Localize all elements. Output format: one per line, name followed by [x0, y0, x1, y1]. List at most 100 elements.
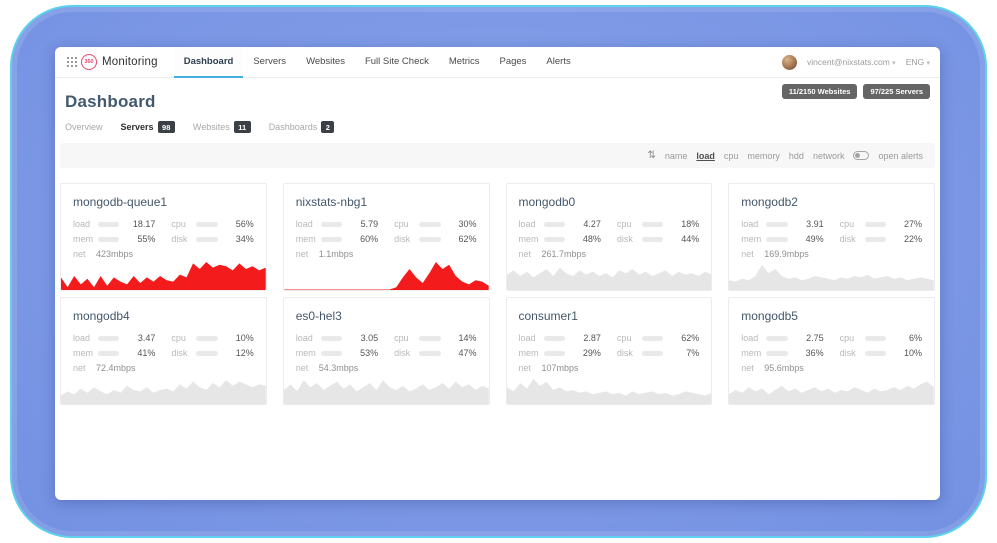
- sort-option-network[interactable]: network: [813, 151, 845, 161]
- tab-websites[interactable]: Websites11: [193, 121, 251, 133]
- load-stat: load18.17: [73, 219, 155, 229]
- nav-item-servers[interactable]: Servers: [243, 47, 296, 78]
- open-alerts-label[interactable]: open alerts: [878, 151, 923, 161]
- server-card-es0-hel3[interactable]: es0-hel3load3.05cpu14%mem53%disk47%net54…: [283, 297, 490, 405]
- load-bar: [98, 336, 119, 341]
- load-stat: load4.27: [519, 219, 601, 229]
- sparkline-chart: [729, 260, 934, 290]
- server-name: mongodb4: [61, 298, 266, 323]
- nav-item-dashboard[interactable]: Dashboard: [174, 47, 244, 78]
- server-stats: load3.47cpu10%mem41%disk12%net72.4mbps: [61, 323, 266, 373]
- disk-label: disk: [394, 348, 417, 358]
- nav-item-pages[interactable]: Pages: [489, 47, 536, 78]
- cpu-label: cpu: [171, 333, 194, 343]
- load-label: load: [296, 333, 319, 343]
- net-value: 107mbps: [542, 363, 579, 373]
- logo-360-icon: 360: [81, 54, 97, 70]
- net-value: 54.3mbps: [319, 363, 359, 373]
- disk-bar: [196, 351, 217, 356]
- disk-stat: disk22%: [840, 234, 922, 244]
- load-bar: [766, 222, 787, 227]
- server-card-consumer1[interactable]: consumer1load2.87cpu62%mem29%disk7%net10…: [506, 297, 713, 405]
- sort-option-load[interactable]: load: [696, 151, 715, 161]
- disk-bar: [865, 237, 886, 242]
- sort-bar: ⇅ name loadcpu memory hdd network open alert…: [60, 143, 935, 168]
- chevron-down-icon: ▾: [892, 60, 896, 67]
- load-bar: [321, 336, 342, 341]
- cpu-label: cpu: [394, 333, 417, 343]
- toggle-knob-icon: [855, 153, 860, 158]
- nav-item-websites[interactable]: Websites: [296, 47, 355, 78]
- cpu-label: cpu: [394, 219, 417, 229]
- cpu-value: 10%: [224, 333, 254, 343]
- server-stats: load2.87cpu62%mem29%disk7%net107mbps: [507, 323, 712, 373]
- user-menu[interactable]: vincent@nixstats.com ▾: [807, 57, 896, 67]
- server-card-mongodb5[interactable]: mongodb5load2.75cpu6%mem36%disk10%net95.…: [728, 297, 935, 405]
- mem-bar: [766, 351, 787, 356]
- cpu-label: cpu: [840, 333, 863, 343]
- avatar[interactable]: [782, 55, 797, 70]
- mem-label: mem: [519, 348, 542, 358]
- tab-overview[interactable]: Overview: [65, 122, 103, 132]
- open-alerts-toggle[interactable]: [853, 151, 869, 160]
- server-card-mongodb-queue1[interactable]: mongodb-queue1load18.17cpu56%mem55%disk3…: [60, 183, 267, 291]
- logo[interactable]: 360 Monitoring: [81, 54, 158, 70]
- disk-label: disk: [171, 348, 194, 358]
- disk-stat: disk47%: [394, 348, 476, 358]
- nav-item-alerts[interactable]: Alerts: [536, 47, 580, 78]
- load-value: 18.17: [125, 219, 155, 229]
- net-stat: net423mbps: [73, 249, 155, 259]
- dashboard-tabs: Overview Servers98 Websites11 Dashboards2: [60, 121, 935, 133]
- tab-servers[interactable]: Servers98: [121, 121, 175, 133]
- net-value: 72.4mbps: [96, 363, 136, 373]
- mem-label: mem: [741, 348, 764, 358]
- user-email-label: vincent@nixstats.com: [807, 57, 890, 67]
- language-label: ENG: [906, 57, 924, 67]
- mem-stat: mem 36%: [741, 348, 823, 358]
- load-label: load: [519, 219, 542, 229]
- disk-label: disk: [617, 234, 640, 244]
- app-grid-icon[interactable]: [67, 57, 69, 59]
- server-card-nixstats-nbg1[interactable]: nixstats-nbg1load5.79cpu30%mem60%disk62%…: [283, 183, 490, 291]
- net-stat: net261.7mbps: [519, 249, 601, 259]
- cpu-value: 30%: [447, 219, 477, 229]
- cpu-bar: [196, 222, 217, 227]
- disk-label: disk: [840, 234, 863, 244]
- tab-label: Overview: [65, 122, 103, 132]
- disk-value: 7%: [669, 348, 699, 358]
- sort-icon: ⇅: [647, 150, 655, 161]
- net-label: net: [73, 363, 96, 373]
- sort-option-hdd[interactable]: hdd: [789, 151, 804, 161]
- mem-value: 36%: [794, 348, 824, 358]
- cpu-stat: cpu27%: [840, 219, 922, 229]
- cpu-stat: cpu 14%: [394, 333, 476, 343]
- net-label: net: [73, 249, 96, 259]
- sort-option-name[interactable]: name: [665, 151, 688, 161]
- net-stat: net169.9mbps: [741, 249, 823, 259]
- tab-dashboards[interactable]: Dashboards2: [269, 121, 335, 133]
- net-value: 169.9mbps: [764, 249, 809, 259]
- sort-option-memory[interactable]: memory: [747, 151, 780, 161]
- server-card-mongodb2[interactable]: mongodb2load3.91cpu27%mem49%disk22%net16…: [728, 183, 935, 291]
- load-label: load: [741, 219, 764, 229]
- language-selector[interactable]: ENG ▾: [906, 57, 930, 67]
- cpu-value: 14%: [447, 333, 477, 343]
- server-card-mongodb0[interactable]: mongodb0load4.27cpu18%mem48%disk44%net26…: [506, 183, 713, 291]
- mem-bar: [321, 351, 342, 356]
- sort-option-cpu[interactable]: cpu: [724, 151, 739, 161]
- nav-item-full-site-check[interactable]: Full Site Check: [355, 47, 439, 78]
- server-card-mongodb4[interactable]: mongodb4load3.47cpu10%mem41%disk12%net72…: [60, 297, 267, 405]
- tab-count-badge: 11: [234, 121, 251, 133]
- nav-item-metrics[interactable]: Metrics: [439, 47, 490, 78]
- sparkline-chart: [284, 260, 489, 290]
- cpu-stat: cpu56%: [171, 219, 253, 229]
- sort-options: name loadcpu memory hdd network: [665, 151, 845, 161]
- net-stat: net54.3mbps: [296, 363, 378, 373]
- cpu-value: 62%: [669, 333, 699, 343]
- disk-label: disk: [171, 234, 194, 244]
- cpu-value: 6%: [892, 333, 922, 343]
- disk-bar: [642, 351, 663, 356]
- title-row: Dashboard 11/2150 Websites97/225 Servers: [60, 82, 935, 112]
- disk-label: disk: [840, 348, 863, 358]
- net-stat: net72.4mbps: [73, 363, 155, 373]
